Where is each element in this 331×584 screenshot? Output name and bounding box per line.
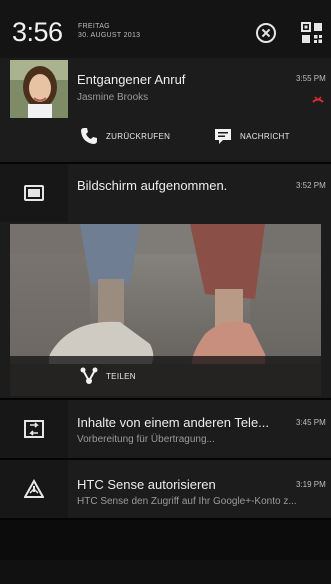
notification-time: 3:19 PM xyxy=(296,480,326,489)
message-button[interactable]: NACHRICHT xyxy=(214,127,290,145)
share-bar xyxy=(10,356,321,396)
contact-avatar xyxy=(10,60,68,118)
warning-icon xyxy=(24,479,44,498)
screenshot-icon-column xyxy=(0,164,68,222)
notification-title: Inhalte von einem anderen Tele... xyxy=(77,415,270,430)
share-label: TEILEN xyxy=(106,371,136,381)
weekday: FREITAG xyxy=(78,23,110,30)
status-bar: 3:56 FREITAG 30. AUGUST 2013 xyxy=(0,0,331,58)
notification-time: 3:52 PM xyxy=(296,181,326,190)
htc-sense-icon-column xyxy=(0,460,68,518)
date: 30. AUGUST 2013 xyxy=(78,32,141,39)
notification-title: HTC Sense autorisieren xyxy=(77,477,216,492)
notification-time: 3:55 PM xyxy=(296,74,326,83)
notification-time: 3:45 PM xyxy=(296,418,326,427)
notification-subtitle: Vorbereitung für Übertragung... xyxy=(77,434,215,445)
share-button[interactable]: TEILEN xyxy=(80,367,136,385)
clock: 3:56 xyxy=(12,17,63,47)
call-back-label: ZURÜCKRUFEN xyxy=(106,131,171,141)
clear-all-icon[interactable] xyxy=(256,23,276,43)
notification-subtitle: Jasmine Brooks xyxy=(77,92,149,103)
notification-title: Entgangener Anruf xyxy=(77,72,186,87)
quick-settings-icon[interactable] xyxy=(301,22,323,44)
notification-subtitle: HTC Sense den Zugriff auf Ihr Google+-Ko… xyxy=(77,496,297,507)
transfer-icon-column xyxy=(0,400,68,458)
phone-icon xyxy=(81,128,97,144)
share-icon xyxy=(80,367,98,384)
drag-handle-bar[interactable] xyxy=(0,560,331,584)
screenshot-icon xyxy=(24,185,44,201)
missed-call-icon xyxy=(312,92,324,110)
date-display: FREITAG 30. AUGUST 2013 xyxy=(78,22,140,40)
message-label: NACHRICHT xyxy=(240,131,290,141)
notification-title: Bildschirm aufgenommen. xyxy=(77,178,228,193)
message-icon xyxy=(215,129,231,144)
call-back-button[interactable]: ZURÜCKRUFEN xyxy=(80,127,170,145)
phone-transfer-icon xyxy=(24,420,44,438)
